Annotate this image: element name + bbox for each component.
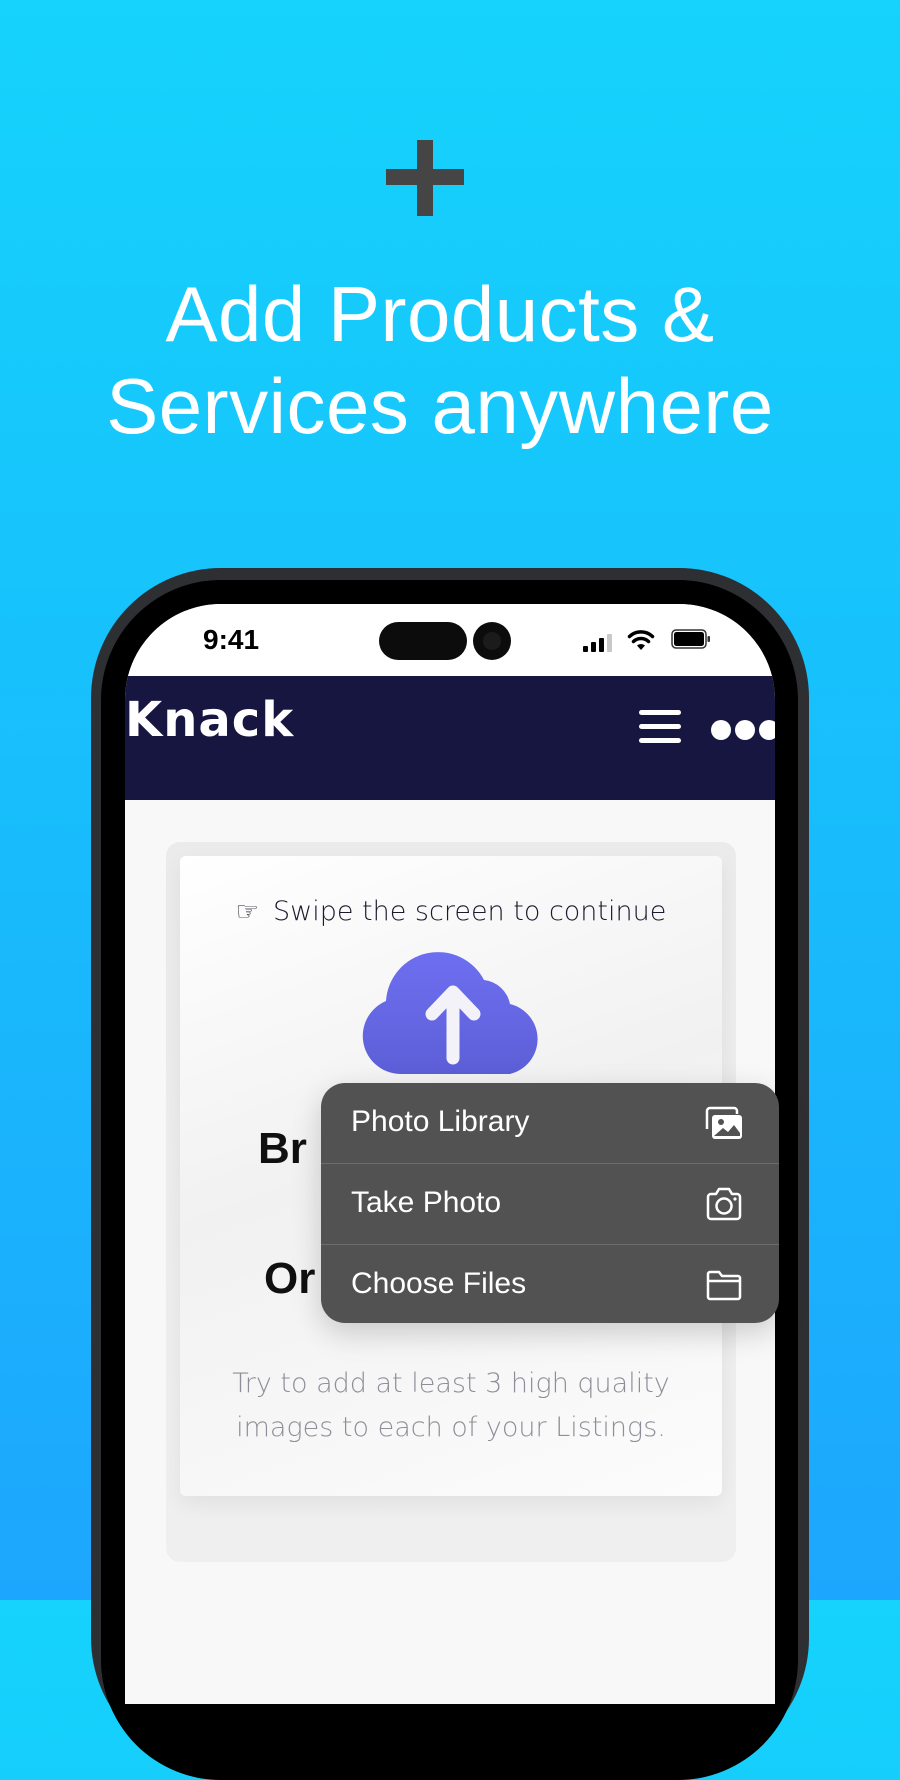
menu-item-label: Photo Library	[351, 1105, 530, 1138]
folder-icon	[706, 1270, 742, 1301]
hero-title: Add Products & Services anywhere	[0, 268, 880, 452]
menu-item-choose-files[interactable]: Choose Files	[321, 1245, 779, 1323]
cloud-upload-icon[interactable]	[360, 946, 546, 1076]
more-dots-icon[interactable]	[711, 720, 775, 740]
menu-item-photo-library[interactable]: Photo Library	[321, 1083, 779, 1164]
menu-item-label: Choose Files	[351, 1267, 527, 1300]
hero-title-line2: Services anywhere	[106, 362, 774, 450]
plus-icon	[386, 140, 464, 216]
app-header: Knack	[125, 676, 775, 800]
front-camera	[473, 622, 511, 660]
browse-heading: Br	[258, 1124, 307, 1173]
hero-title-line1: Add Products &	[165, 270, 715, 358]
upload-tip-line2: images to each of your Listings.	[236, 1412, 666, 1443]
photo-library-icon	[705, 1106, 742, 1139]
dynamic-island	[379, 622, 467, 660]
swipe-hint-text: Swipe the screen to continue	[272, 896, 667, 927]
battery-icon	[671, 629, 710, 649]
wifi-icon	[627, 630, 655, 650]
image-picker-menu: Photo Library Take Photo Choose Files	[321, 1083, 779, 1323]
upload-tip-line1: Try to add at least 3 high quality	[232, 1368, 670, 1399]
or-heading: Or	[264, 1254, 316, 1303]
brand-logo[interactable]: Knack	[125, 692, 294, 748]
swipe-hint: ☞ Swipe the screen to continue	[180, 896, 722, 927]
upload-tip: Try to add at least 3 high quality image…	[180, 1362, 722, 1450]
cellular-signal-icon	[583, 634, 613, 652]
menu-item-take-photo[interactable]: Take Photo	[321, 1164, 779, 1245]
menu-item-label: Take Photo	[351, 1186, 502, 1219]
hamburger-menu-icon[interactable]	[639, 710, 681, 744]
pointing-hand-icon: ☞	[235, 897, 259, 927]
status-bar: 9:41	[125, 604, 775, 676]
status-time: 9:41	[203, 624, 260, 655]
camera-icon	[706, 1187, 742, 1221]
